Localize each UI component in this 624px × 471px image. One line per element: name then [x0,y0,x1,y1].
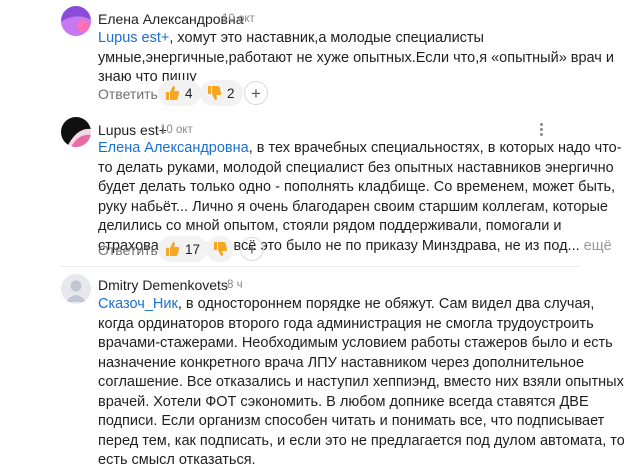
like-button[interactable]: 17 [158,236,209,262]
comment-time: 10 окт [160,124,193,136]
dislike-button[interactable]: 2 [200,80,243,106]
comment-line: руку набьёт... Лично я очень благодарен … [98,198,608,215]
like-button[interactable]: 4 [158,80,201,106]
show-more-link[interactable]: ещё [584,238,612,254]
thumbs-down-icon [214,242,228,256]
comment-line: врачами-стажерами. Необходимым условием … [98,335,613,351]
comment-line: Lupus est+, хомут это наставник,а молоды… [98,29,548,49]
comment-line: перед тем, как подписать, и если это не … [98,432,624,449]
reply-button[interactable]: Ответить [98,86,158,102]
add-reaction-button[interactable]: + [244,81,268,105]
more-options-icon[interactable] [537,123,545,136]
comment-text: , хомут это наставник,а молодые специали… [169,30,484,46]
comment-line: будет делать только одно - пополнять кла… [98,179,616,195]
comment-line: Елена Александровна, в тех врачебных спе… [98,139,622,159]
thumbs-up-icon [166,242,180,256]
comment-line: соглашение. Все отказались и наступил хе… [98,374,624,390]
like-count: 4 [185,85,193,101]
avatar-lupus-image [61,117,91,147]
thumbs-down-icon [208,86,222,100]
comment-line: Сказоч_Ник, в одностороннем порядке не о… [98,295,594,315]
comment-line: то делать руками, молодой специалист без… [98,159,614,176]
avatar-elena-image [61,6,91,36]
comment-text: , в одностороннем порядке не обяжут. Сам… [177,296,595,312]
comment-author[interactable]: Lupus est+ [98,122,167,138]
comment-line: делились со мной опытом, стояли рядом по… [98,218,562,234]
avatar-elena[interactable] [61,6,91,36]
comment-time: 10 окт [222,13,255,25]
reply-button[interactable]: Ответить [98,242,158,258]
add-reaction-button[interactable]: + [240,237,264,261]
comment-line: когда ординаторов второго года администр… [98,315,594,332]
comment-author[interactable]: Dmitry Demenkovets [98,277,228,293]
mention-link[interactable]: Елена Александровна [98,140,249,156]
mention-link[interactable]: Lupus est+ [98,30,169,46]
dislike-button[interactable] [206,236,234,262]
comment-line: назначение конкретного врача ЛПУ наставн… [98,354,585,371]
comment-text: , в тех врачебных специальностях, в кото… [248,140,622,156]
thumbs-up-icon [166,86,180,100]
dislike-count: 2 [227,85,235,101]
comment-body: Сказоч_Ник, в одностороннем порядке не о… [98,295,624,471]
comment-line: подписи. Если организм способен читать и… [98,413,605,429]
comment-line: врачей. Хотели ФОТ сэкономить. В любом д… [98,393,589,410]
like-count: 17 [185,241,201,257]
comment-body: Lupus est+, хомут это наставник,а молоды… [98,29,614,88]
avatar-lupus[interactable] [61,117,91,147]
comment-line: умные,энергичные,работают не хуже опытны… [98,49,614,66]
mention-link[interactable]: Сказоч_Ник [98,296,178,312]
divider [60,266,580,267]
user-placeholder-icon [61,274,91,304]
avatar-dmitry[interactable] [61,274,91,304]
comment-time: 8 ч [227,279,243,291]
